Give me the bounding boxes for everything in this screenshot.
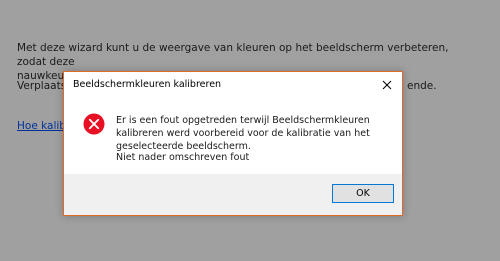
dialog-footer: OK (64, 174, 402, 215)
wizard-intro-line1: Met deze wizard kunt u de weergave van k… (17, 42, 449, 68)
error-message: Er is een fout opgetreden terwijl Beelds… (116, 115, 370, 152)
error-icon (83, 113, 105, 135)
ok-button[interactable]: OK (332, 184, 394, 203)
error-message-dialog: Beeldschermkleuren kalibreren Er is een … (63, 71, 403, 216)
dialog-titlebar: Beeldschermkleuren kalibreren (64, 72, 402, 99)
dialog-content: Er is een fout opgetreden terwijl Beelds… (64, 99, 402, 175)
wizard-move-text-visible-end: ende. (407, 80, 437, 92)
close-icon (382, 80, 392, 89)
close-button[interactable] (372, 72, 402, 97)
dialog-title: Beeldschermkleuren kalibreren (73, 79, 222, 90)
error-detail: Niet nader omschreven fout (116, 152, 250, 163)
